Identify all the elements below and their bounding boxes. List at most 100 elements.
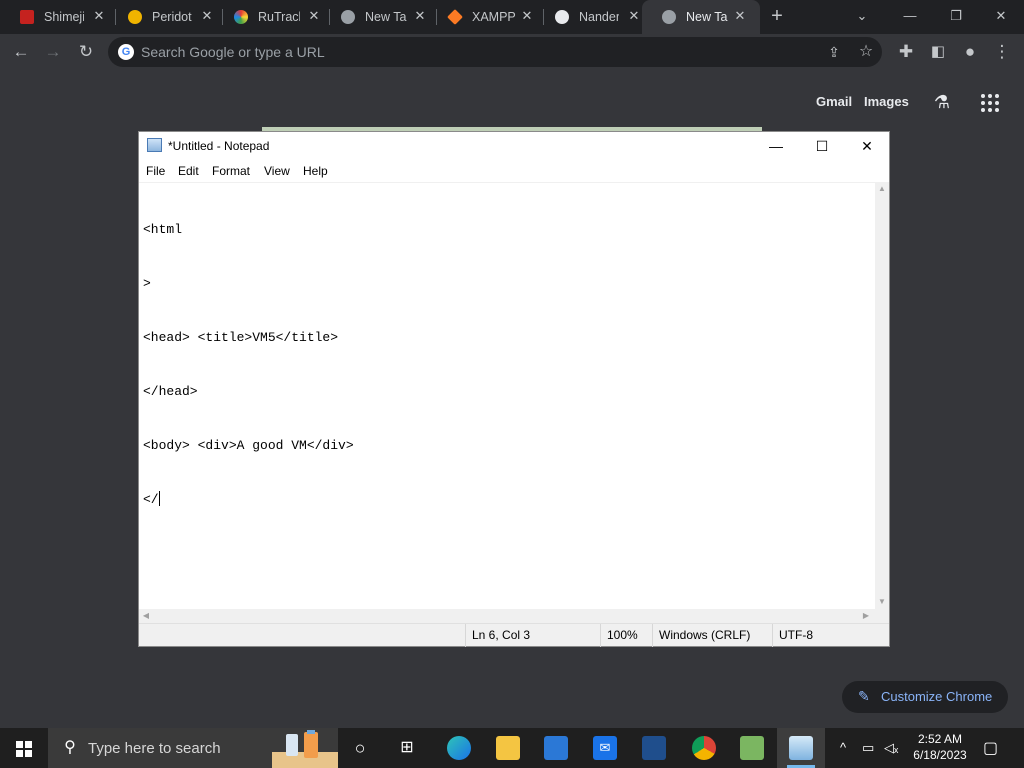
notepad-menu-bar: File Edit Format View Help [139,160,889,182]
windows-logo-icon [25,741,32,748]
shimeji-favicon-icon [20,10,34,24]
horizontal-scrollbar[interactable]: ◀ ▶ [139,609,875,623]
tab-title: RuTrack [258,10,300,24]
google-apps-icon[interactable] [981,94,999,112]
notepad-window: *Untitled - Notepad — ☐ ✕ File Edit Form… [138,131,890,647]
customize-chrome-label: Customize Chrome [881,689,993,704]
extensions-puzzle-icon[interactable]: ✚ [894,40,918,64]
text-line: </head> [143,384,198,399]
tab-search-icon[interactable]: ⌄ [839,4,885,28]
vertical-scrollbar[interactable]: ▲ ▼ [875,182,889,609]
restore-window-button[interactable]: ❐ [933,4,979,28]
forward-button[interactable]: → [41,40,65,64]
search-highlight-illustration-icon [272,730,338,768]
close-tab-icon[interactable]: ✕ [626,8,642,24]
notepad-title-bar[interactable]: *Untitled - Notepad — ☐ ✕ [139,132,889,160]
back-button[interactable]: ← [9,40,33,64]
mail-icon[interactable]: ✉ [593,736,617,760]
notepad-app-icon [147,138,162,152]
tab-rutracker[interactable]: RuTrack ✕ [214,0,329,34]
scroll-right-arrow-icon[interactable]: ▶ [859,609,873,623]
chrome-favicon-icon [662,10,676,24]
scroll-left-arrow-icon[interactable]: ◀ [139,609,153,623]
labs-flask-icon[interactable]: ⚗ [931,91,953,113]
close-tab-icon[interactable]: ✕ [732,8,748,24]
tab-github[interactable]: Nander ✕ [535,0,650,34]
tab-shimeji[interactable]: Shimeji ✕ [0,0,115,34]
tab-title: Shimeji [44,10,84,24]
text-caret [158,491,160,506]
text-line: <body> <div>A good VM</div> [143,438,354,453]
bookmark-star-icon[interactable]: ☆ [854,40,878,64]
notepad-close-button[interactable]: ✕ [844,132,890,160]
rutracker-favicon-icon [234,10,248,24]
notepad-text-area[interactable]: <html > <head> <title>VM5</title> </head… [139,182,875,609]
share-icon[interactable]: ⇪ [822,40,846,64]
text-line: <head> <title>VM5</title> [143,330,339,345]
pencil-icon: ✎ [858,688,870,704]
notifications-icon[interactable]: ▢ [983,738,998,758]
windows-logo-icon [16,741,23,748]
tab-peridot[interactable]: Peridot ✕ [108,0,223,34]
profile-avatar-icon[interactable]: ● [958,40,982,64]
scroll-down-arrow-icon[interactable]: ▼ [875,595,889,609]
microsoft-store-icon[interactable] [544,736,568,760]
side-panel-icon[interactable]: ◧ [926,40,950,64]
network-icon[interactable]: ▭ [862,740,874,756]
address-input[interactable] [141,43,801,61]
text-line: <html [143,222,183,237]
file-explorer-icon[interactable] [496,736,520,760]
tab-title: New Tal [686,10,728,24]
start-button[interactable] [0,728,48,768]
notepad-window-title: *Untitled - Notepad [168,139,270,153]
close-tab-icon[interactable]: ✕ [91,8,107,24]
menu-format[interactable]: Format [212,164,250,178]
close-tab-icon[interactable]: ✕ [199,8,215,24]
current-line-text: </ [143,492,159,507]
windows-logo-icon [16,750,23,757]
close-tab-icon[interactable]: ✕ [519,8,535,24]
chrome-taskbar-icon[interactable] [692,736,716,760]
text-line: > [143,276,151,291]
notepad-status-bar: Ln 6, Col 3 100% Windows (CRLF) UTF-8 [139,623,889,647]
menu-view[interactable]: View [264,164,290,178]
taskbar-clock[interactable]: 2:52 AM 6/18/2023 [905,731,975,763]
notepad-taskbar-button[interactable] [777,728,825,768]
zoom-status: 100% [600,624,652,647]
scroll-up-arrow-icon[interactable]: ▲ [875,182,889,196]
photos-app-icon[interactable] [642,736,666,760]
volume-muted-icon[interactable]: ◁ₓ [884,740,898,756]
customize-chrome-button[interactable]: ✎ Customize Chrome [842,681,1008,713]
menu-help[interactable]: Help [303,164,328,178]
menu-edit[interactable]: Edit [178,164,199,178]
task-view-icon[interactable]: ○ [348,736,372,760]
tab-new-tab-active[interactable]: New Tal ✕ [642,0,760,34]
notepad-taskbar-icon [789,736,813,760]
new-tab-button[interactable]: + [767,6,787,28]
windows-logo-icon [25,750,32,757]
tab-title: New Tal [365,10,407,24]
tab-title: Peridot [152,10,192,24]
tab-title: Nander [579,10,619,24]
gmail-link[interactable]: Gmail [816,94,852,109]
chrome-menu-icon[interactable]: ⋮ [990,40,1014,64]
tab-new-tab-1[interactable]: New Tal ✕ [321,0,436,34]
tab-xampp[interactable]: XAMPP ✕ [428,0,543,34]
omnibox[interactable]: ⇪ ☆ [108,37,882,67]
chrome-favicon-icon [341,10,355,24]
minimize-window-button[interactable]: — [887,4,933,28]
close-window-button[interactable]: ✕ [978,4,1024,28]
taskbar-search-box[interactable]: ⚲ Type here to search [48,728,338,768]
images-link[interactable]: Images [864,94,909,109]
edge-browser-icon[interactable] [447,736,471,760]
notepad-maximize-button[interactable]: ☐ [799,132,845,160]
show-hidden-icons-chevron-icon[interactable]: ^ [840,740,846,755]
menu-file[interactable]: File [146,164,165,178]
widgets-icon[interactable]: ⊞ [395,736,419,760]
notepad-minimize-button[interactable]: — [753,132,799,160]
close-tab-icon[interactable]: ✕ [306,8,322,24]
app-installer-icon[interactable] [740,736,764,760]
close-tab-icon[interactable]: ✕ [412,8,428,24]
reload-button[interactable]: ↻ [74,40,98,64]
github-favicon-icon [555,10,569,24]
